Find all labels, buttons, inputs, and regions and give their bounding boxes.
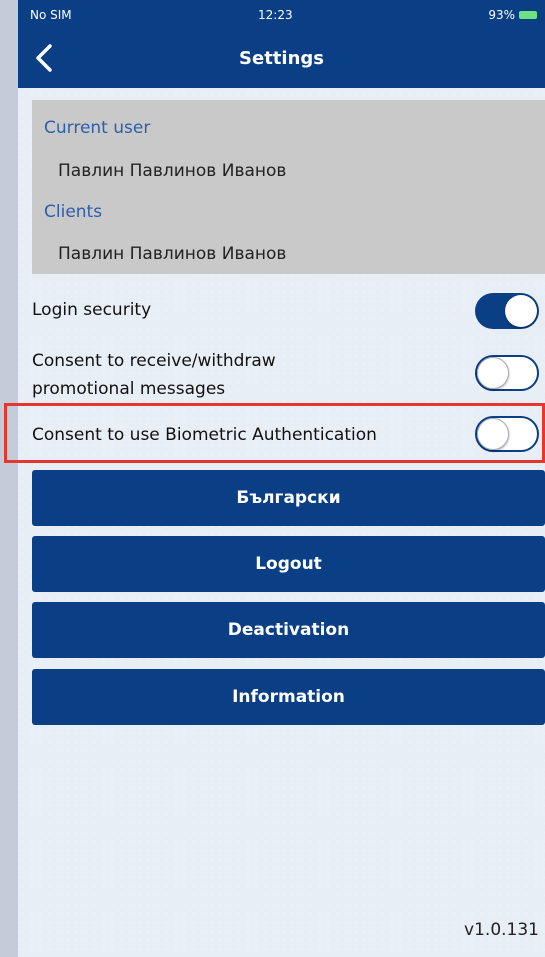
biometric-consent-toggle[interactable]	[475, 416, 539, 452]
battery-group: 93%	[488, 8, 537, 22]
clients-value: Павлин Павлинов Иванов	[58, 244, 287, 264]
deactivation-button[interactable]: Deactivation	[32, 602, 545, 658]
promotional-consent-label-line1: Consent to receive/withdraw	[32, 351, 276, 371]
biometric-consent-row: Consent to use Biometric Authentication	[32, 425, 545, 445]
battery-icon	[519, 11, 537, 19]
biometric-consent-label: Consent to use Biometric Authentication	[32, 425, 377, 445]
battery-percent: 93%	[488, 8, 515, 22]
logout-button[interactable]: Logout	[32, 536, 545, 592]
promotional-consent-toggle[interactable]	[475, 355, 539, 391]
login-security-toggle[interactable]	[475, 293, 539, 329]
promotional-consent-row: Consent to receive/withdraw promotional …	[32, 347, 545, 403]
toggle-knob	[505, 295, 537, 327]
page-title: Settings	[239, 48, 324, 69]
language-button[interactable]: Български	[32, 470, 545, 526]
current-user-label: Current user	[44, 118, 151, 138]
carrier-text: No SIM	[30, 8, 72, 22]
time-text: 12:23	[258, 8, 293, 22]
user-info-panel: Current user Павлин Павлинов Иванов Clie…	[32, 100, 545, 274]
clients-label: Clients	[44, 202, 103, 222]
current-user-value: Павлин Павлинов Иванов	[58, 161, 287, 181]
status-bar: No SIM 12:23 93%	[18, 0, 545, 30]
toggle-knob	[477, 418, 509, 450]
app-version: v1.0.131	[464, 920, 539, 940]
information-button[interactable]: Information	[32, 669, 545, 725]
promotional-consent-label-line2: promotional messages	[32, 379, 226, 399]
nav-bar: Settings	[18, 30, 545, 88]
login-security-row: Login security	[32, 300, 545, 320]
toggle-knob	[477, 357, 509, 389]
login-security-label: Login security	[32, 300, 152, 320]
app-screen: No SIM 12:23 93% Settings Current user П…	[18, 0, 545, 957]
